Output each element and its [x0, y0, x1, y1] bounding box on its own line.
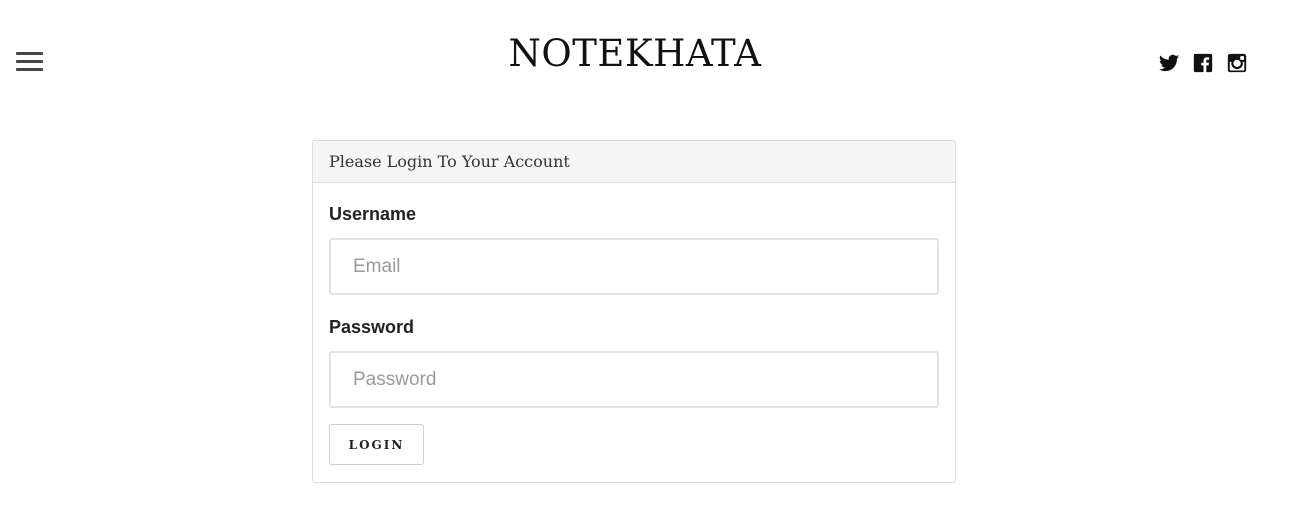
twitter-link[interactable]: [1158, 52, 1180, 74]
login-panel: Please Login To Your Account Username Pa…: [312, 140, 956, 483]
password-label: Password: [329, 317, 415, 337]
password-input[interactable]: [329, 351, 939, 408]
site-logo[interactable]: NOTEKHATA: [0, 30, 1270, 78]
username-label: Username: [329, 204, 417, 224]
social-links: [1158, 52, 1248, 74]
instagram-icon: [1227, 53, 1247, 73]
username-group: Username: [329, 203, 939, 295]
facebook-icon: [1193, 53, 1213, 73]
login-button[interactable]: LOGIN: [329, 424, 424, 465]
facebook-link[interactable]: [1192, 52, 1214, 74]
twitter-icon: [1158, 54, 1180, 72]
instagram-link[interactable]: [1226, 52, 1248, 74]
login-page: NOTEKHATA Please Login To Your Account U…: [0, 0, 1290, 525]
username-input[interactable]: [329, 238, 939, 295]
login-form: Username Password LOGIN: [313, 183, 955, 465]
password-group: Password: [329, 316, 939, 408]
login-panel-heading: Please Login To Your Account: [313, 141, 955, 183]
